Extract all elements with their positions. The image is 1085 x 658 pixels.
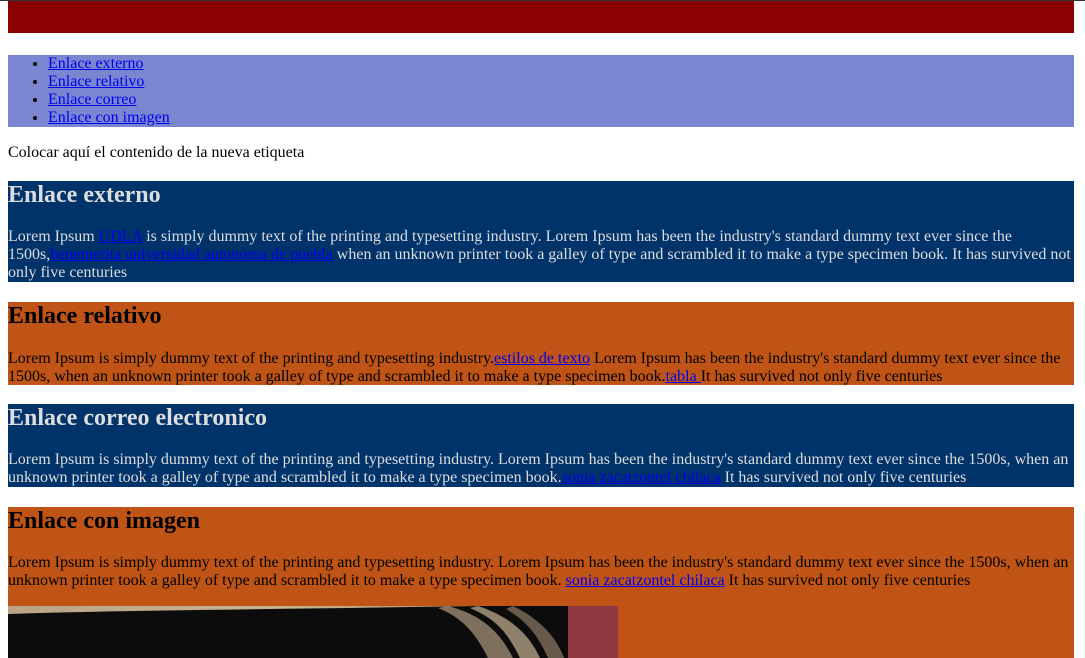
link-buap[interactable]: benemerita universidad autonoma de puebl… [50, 246, 333, 263]
nav-list: Enlace externo Enlace relativo Enlace co… [8, 55, 1074, 127]
nav-link-externo[interactable]: Enlace externo [48, 55, 144, 72]
section-title: Enlace con imagen [8, 508, 200, 534]
section-paragraph: Lorem Ipsum UDLA is simply dummy text of… [8, 228, 1074, 282]
section-enlace-imagen: Enlace con imagen Lorem Ipsum is simply … [8, 507, 1074, 658]
section-title: Enlace relativo [8, 303, 162, 329]
paragraph-text: Lorem Ipsum is simply dummy text of the … [8, 350, 495, 367]
header-banner [8, 1, 1074, 33]
book-photo-image [8, 606, 618, 658]
nav-menu: Enlace externo Enlace relativo Enlace co… [8, 55, 1074, 127]
link-udla[interactable]: UDLA [99, 228, 143, 245]
section-enlace-externo: Enlace externo Lorem Ipsum UDLA is simpl… [8, 181, 1074, 282]
section-title: Enlace correo electronico [8, 405, 268, 431]
section-paragraph: Lorem Ipsum is simply dummy text of the … [8, 451, 1074, 487]
paragraph-text: It has survived not only five centuries [724, 572, 971, 589]
link-estilos-de-texto[interactable]: estilos de texto [494, 350, 590, 367]
intro-text: Colocar aquí el contenido de la nueva et… [8, 144, 305, 161]
section-title: Enlace externo [8, 182, 161, 208]
nav-link-correo[interactable]: Enlace correo [48, 91, 136, 108]
section-enlace-correo: Enlace correo electronico Lorem Ipsum is… [8, 404, 1074, 487]
paragraph-text: It has survived not only five centuries [700, 368, 943, 385]
nav-item-relativo: Enlace relativo [48, 73, 1074, 91]
nav-item-correo: Enlace correo [48, 91, 1074, 109]
link-email[interactable]: sonia zacatzontel chilaca [562, 469, 721, 486]
section-paragraph: Lorem Ipsum is simply dummy text of the … [8, 350, 1074, 385]
nav-link-imagen[interactable]: Enlace con imagen [48, 109, 170, 126]
section-paragraph: Lorem Ipsum is simply dummy text of the … [8, 554, 1074, 590]
link-email-image-section[interactable]: sonia zacatzontel chilaca [566, 572, 725, 589]
section-enlace-relativo: Enlace relativo Lorem Ipsum is simply du… [8, 302, 1074, 385]
linked-image[interactable] [8, 606, 618, 658]
paragraph-text: It has survived not only five centuries [720, 469, 967, 486]
nav-item-externo: Enlace externo [48, 55, 1074, 73]
link-tabla[interactable]: tabla [666, 368, 701, 385]
nav-item-imagen: Enlace con imagen [48, 109, 1074, 127]
paragraph-text: Lorem Ipsum [8, 228, 99, 245]
nav-link-relativo[interactable]: Enlace relativo [48, 73, 144, 90]
